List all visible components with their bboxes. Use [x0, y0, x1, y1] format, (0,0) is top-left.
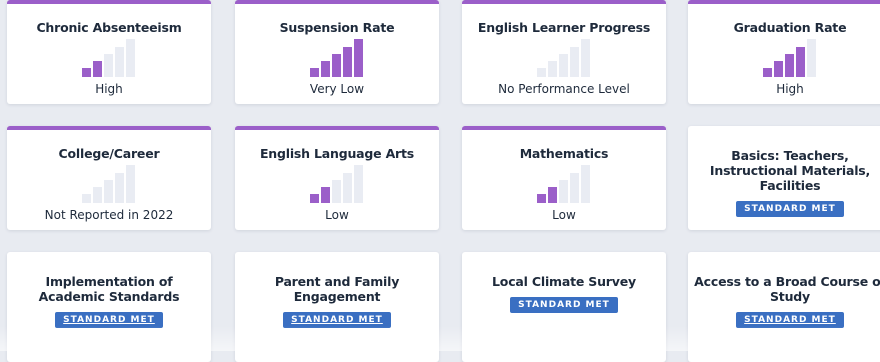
- performance-level: No Performance Level: [498, 82, 630, 96]
- performance-bar: [310, 194, 319, 203]
- performance-bar: [570, 173, 579, 203]
- performance-bars-icon: [761, 39, 819, 77]
- performance-bars-icon: [308, 165, 366, 203]
- performance-bar: [570, 47, 579, 77]
- performance-level: Low: [552, 208, 576, 222]
- performance-bar: [559, 180, 568, 203]
- performance-bar: [763, 68, 772, 77]
- performance-bar: [321, 61, 330, 77]
- performance-bars-icon: [308, 39, 366, 77]
- card-title: English Language Arts: [259, 146, 415, 161]
- performance-bar: [93, 61, 102, 77]
- performance-bar: [581, 39, 590, 77]
- standard-met-badge: STANDARD MET: [510, 297, 618, 313]
- performance-bar: [581, 165, 590, 203]
- performance-bar: [548, 187, 557, 203]
- performance-bar: [115, 47, 124, 77]
- card-college-career[interactable]: College/Career Not Reported in 2022: [7, 126, 211, 230]
- card-access-to-broad-course-of-study[interactable]: Access to a Broad Course of Study STANDA…: [688, 252, 880, 362]
- performance-bar: [82, 68, 91, 77]
- standard-met-badge[interactable]: STANDARD MET: [283, 312, 391, 328]
- card-suspension-rate[interactable]: Suspension Rate Very Low: [235, 0, 439, 104]
- performance-bar: [796, 47, 805, 77]
- card-english-learner-progress[interactable]: English Learner Progress No Performance …: [462, 0, 666, 104]
- card-implementation-of-academic-standards[interactable]: Implementation of Academic Standards STA…: [7, 252, 211, 362]
- card-graduation-rate[interactable]: Graduation Rate High: [688, 0, 880, 104]
- performance-bars-icon: [535, 165, 593, 203]
- performance-bar: [774, 61, 783, 77]
- standard-met-badge: STANDARD MET: [736, 201, 844, 217]
- performance-bar: [785, 54, 794, 77]
- performance-bar: [807, 39, 816, 77]
- performance-bar: [126, 39, 135, 77]
- card-title: Mathematics: [519, 146, 609, 161]
- performance-bar: [559, 54, 568, 77]
- card-title: Parent and Family Engagement: [274, 274, 400, 304]
- performance-level: Not Reported in 2022: [44, 208, 174, 222]
- standard-met-badge[interactable]: STANDARD MET: [55, 312, 163, 328]
- performance-level: High: [95, 82, 123, 96]
- performance-bar: [537, 68, 546, 77]
- card-parent-and-family-engagement[interactable]: Parent and Family Engagement STANDARD ME…: [235, 252, 439, 362]
- performance-bar: [104, 180, 113, 203]
- card-local-climate-survey[interactable]: Local Climate Survey STANDARD MET: [462, 252, 666, 362]
- performance-bar: [537, 194, 546, 203]
- performance-bar: [321, 187, 330, 203]
- performance-bar: [126, 165, 135, 203]
- card-title: Graduation Rate: [733, 20, 847, 35]
- performance-bar: [332, 54, 341, 77]
- card-title: Local Climate Survey: [492, 274, 636, 289]
- card-title: Basics: Teachers, Instructional Material…: [709, 148, 871, 193]
- card-title: College/Career: [58, 146, 160, 161]
- performance-bar: [82, 194, 91, 203]
- performance-level: High: [776, 82, 804, 96]
- performance-bar: [343, 173, 352, 203]
- card-chronic-absenteeism[interactable]: Chronic Absenteeism High: [7, 0, 211, 104]
- performance-bar: [548, 61, 557, 77]
- performance-bar: [354, 39, 363, 77]
- performance-bar: [343, 47, 352, 77]
- performance-bar: [332, 180, 341, 203]
- performance-bar: [354, 165, 363, 203]
- card-title: Suspension Rate: [279, 20, 395, 35]
- performance-bar: [104, 54, 113, 77]
- performance-bar: [310, 68, 319, 77]
- performance-bars-icon: [80, 165, 138, 203]
- performance-bars-icon: [535, 39, 593, 77]
- performance-bars-icon: [80, 39, 138, 77]
- card-basics[interactable]: Basics: Teachers, Instructional Material…: [688, 126, 880, 230]
- performance-level: Very Low: [309, 82, 365, 96]
- performance-bar: [115, 173, 124, 203]
- card-title: English Learner Progress: [477, 20, 651, 35]
- card-title: Access to a Broad Course of Study: [694, 274, 880, 304]
- card-mathematics[interactable]: Mathematics Low: [462, 126, 666, 230]
- performance-bar: [93, 187, 102, 203]
- card-title: Chronic Absenteeism: [36, 20, 182, 35]
- standard-met-badge[interactable]: STANDARD MET: [736, 312, 844, 328]
- card-title: Implementation of Academic Standards: [38, 274, 180, 304]
- card-english-language-arts[interactable]: English Language Arts Low: [235, 126, 439, 230]
- performance-level: Low: [325, 208, 349, 222]
